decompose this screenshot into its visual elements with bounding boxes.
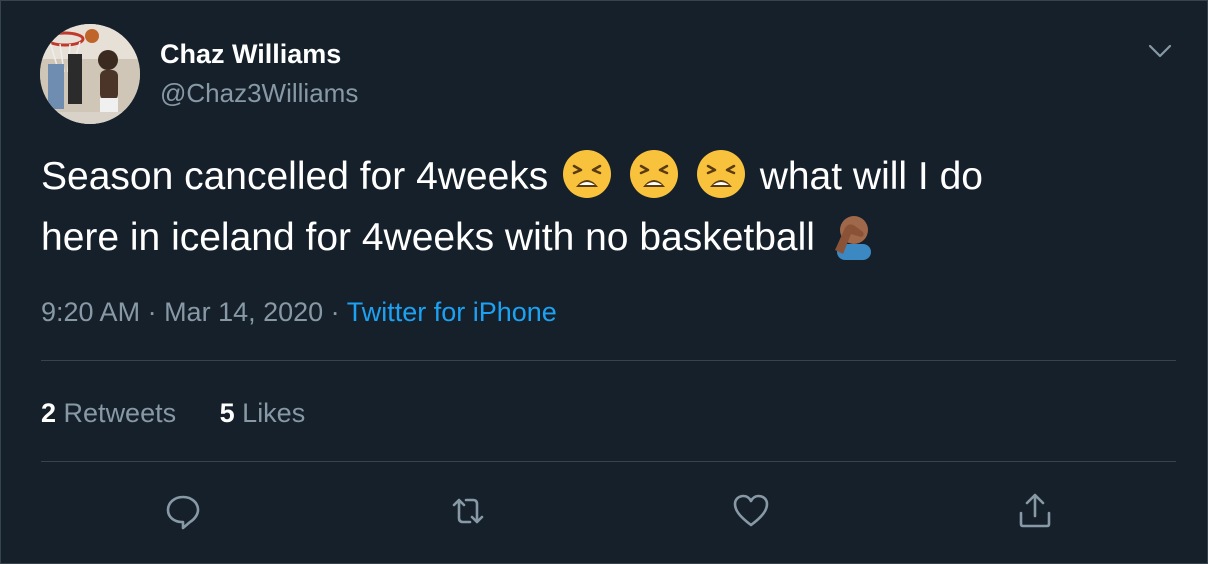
user-handle[interactable]: @Chaz3Williams	[160, 77, 358, 109]
tweet-text-segment: Season cancelled for 4weeks	[41, 155, 549, 198]
likes-label: Likes	[242, 398, 306, 428]
tweet-date[interactable]: Mar 14, 2020	[164, 297, 323, 327]
tweet-card: Chaz Williams @Chaz3Williams Season canc…	[0, 0, 1208, 564]
tweet-source-link[interactable]: Twitter for iPhone	[347, 297, 557, 327]
tweet-text-segment: here in iceland for 4weeks with no baske…	[41, 216, 815, 259]
meta-separator: ·	[323, 297, 347, 327]
weary-face-emoji-icon	[630, 150, 678, 198]
like-icon[interactable]	[731, 491, 771, 531]
display-name[interactable]: Chaz Williams	[160, 38, 341, 70]
share-icon[interactable]	[1015, 491, 1055, 531]
reply-icon[interactable]	[163, 491, 203, 531]
meta-separator: ·	[140, 297, 165, 327]
tweet-time[interactable]: 9:20 AM	[41, 297, 140, 327]
avatar[interactable]	[40, 24, 140, 124]
chevron-down-icon[interactable]	[1146, 37, 1174, 65]
retweet-icon[interactable]	[448, 491, 488, 531]
weary-face-emoji-icon	[563, 150, 612, 198]
retweets-count: 2	[41, 398, 57, 428]
tweet-stats: 2 Retweets 5 Likes	[41, 396, 341, 430]
face-palm-emoji-icon	[834, 216, 871, 260]
retweets-label: Retweets	[63, 398, 177, 428]
divider	[41, 360, 1176, 361]
likes-count: 5	[219, 398, 235, 428]
tweet-text-segment: what will I do	[759, 155, 983, 198]
likes-stat[interactable]: 5 Likes	[220, 396, 306, 430]
tweet-line-1: Season cancelled for 4weeks what will I …	[41, 146, 1171, 207]
weary-face-emoji-icon	[696, 150, 745, 198]
avatar-photo-icon	[40, 24, 140, 124]
retweets-stat[interactable]: 2 Retweets	[41, 396, 176, 430]
divider	[41, 461, 1176, 462]
tweet-line-2: here in iceland for 4weeks with no baske…	[41, 207, 1171, 268]
tweet-meta: 9:20 AM · Mar 14, 2020 · Twitter for iPh…	[41, 295, 557, 329]
tweet-text: Season cancelled for 4weeks what will I …	[41, 146, 1171, 268]
